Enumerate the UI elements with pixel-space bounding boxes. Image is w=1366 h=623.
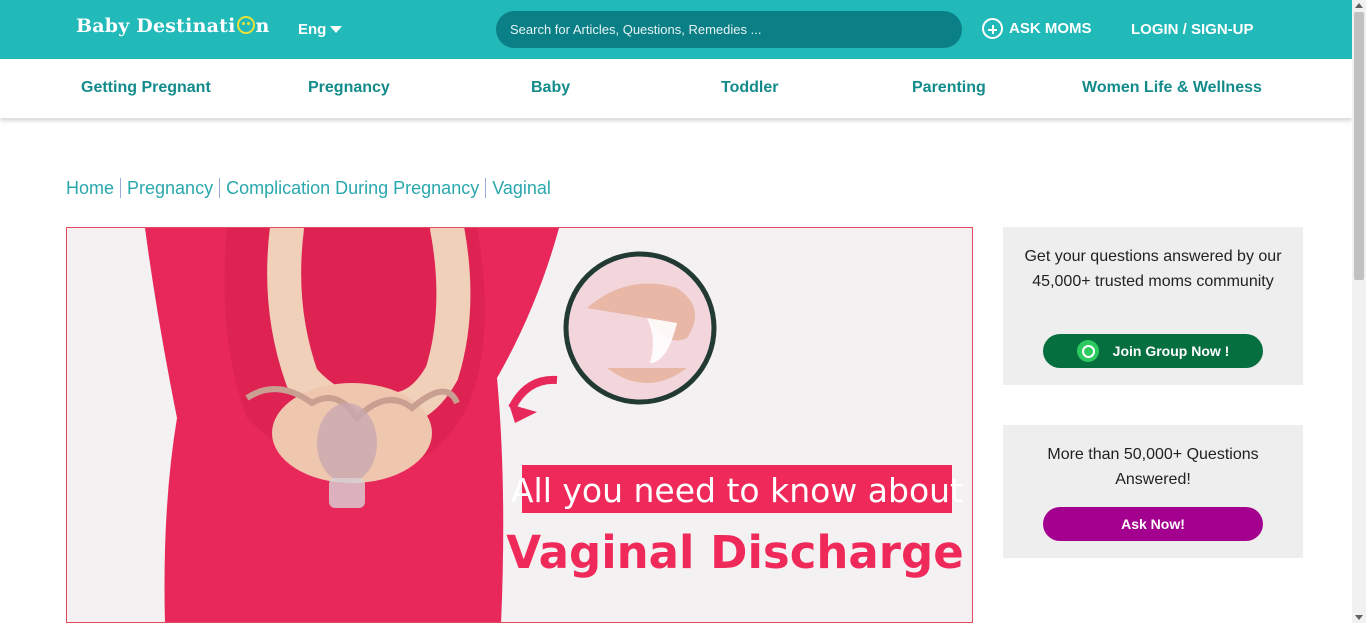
nav-parenting[interactable]: Parenting — [912, 79, 986, 97]
plus-circle-icon — [982, 18, 1003, 39]
nav-women-life-wellness[interactable]: Women Life & Wellness — [1082, 79, 1262, 97]
scroll-up-icon[interactable] — [1355, 3, 1363, 8]
hero-illustration: All you need to know about Vaginal Disch… — [145, 228, 964, 622]
breadcrumb-home[interactable]: Home — [66, 178, 120, 198]
nav-toddler[interactable]: Toddler — [721, 79, 778, 97]
scrollbar-thumb[interactable] — [1354, 12, 1364, 280]
top-header: Baby Destinatin Eng ASK MOMS LOGIN / SIG… — [0, 0, 1352, 59]
smiley-icon — [236, 16, 255, 34]
questions-card: More than 50,000+ Questions Answered! As… — [1003, 425, 1303, 558]
language-selector[interactable]: Eng — [298, 21, 343, 38]
login-signup-link[interactable]: LOGIN / SIGN-UP — [1131, 21, 1254, 38]
scroll-down-icon[interactable] — [1355, 615, 1363, 620]
hero-line-2: Vaginal Discharge — [506, 526, 963, 579]
join-group-button[interactable]: Join Group Now ! — [1043, 334, 1263, 368]
breadcrumb-pregnancy[interactable]: Pregnancy — [120, 178, 219, 198]
whatsapp-group-card: Get your questions answered by our 45,00… — [1003, 227, 1303, 385]
whatsapp-icon — [1076, 340, 1099, 362]
join-group-label: Join Group Now ! — [1112, 343, 1230, 359]
nav-pregnancy[interactable]: Pregnancy — [308, 79, 390, 97]
breadcrumb-vaginal[interactable]: Vaginal — [485, 178, 557, 198]
ask-now-button[interactable]: Ask Now! — [1043, 507, 1263, 541]
card2-text: More than 50,000+ Questions Answered! — [1047, 446, 1259, 488]
main-nav: Getting Pregnant Pregnancy Baby Toddler … — [0, 59, 1352, 118]
breadcrumb-complication[interactable]: Complication During Pregnancy — [219, 178, 485, 198]
card1-text: Get your questions answered by our 45,00… — [1024, 248, 1282, 290]
language-label: Eng — [298, 21, 327, 38]
site-logo[interactable]: Baby Destinati n — [76, 15, 270, 37]
nav-baby[interactable]: Baby — [531, 79, 570, 97]
scrollbar[interactable] — [1352, 0, 1366, 623]
search-input[interactable] — [496, 11, 962, 48]
nav-getting-pregnant[interactable]: Getting Pregnant — [81, 79, 211, 97]
ask-moms-label: ASK MOMS — [1009, 20, 1092, 37]
hero-line-1: All you need to know about — [511, 471, 963, 510]
hero-image: All you need to know about Vaginal Disch… — [66, 227, 973, 623]
chevron-down-icon — [330, 26, 343, 33]
ask-moms-button[interactable]: ASK MOMS — [982, 18, 1092, 39]
breadcrumb: Home Pregnancy Complication During Pregn… — [66, 178, 557, 198]
